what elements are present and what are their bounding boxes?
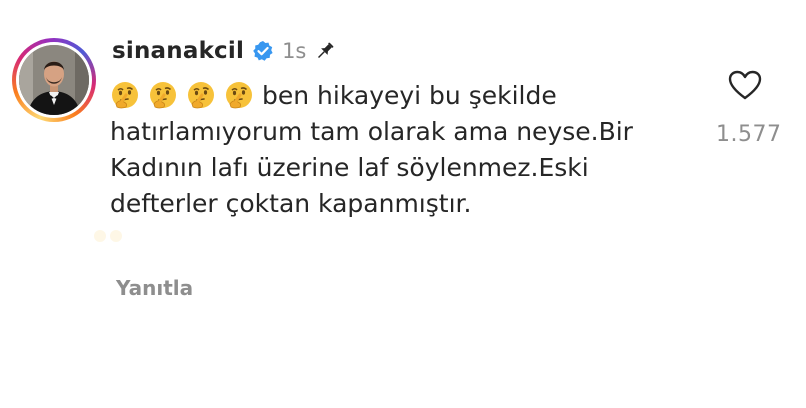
avatar-gap bbox=[16, 42, 92, 118]
thinking-face-icon bbox=[186, 80, 216, 110]
thinking-face-icon bbox=[224, 80, 254, 110]
comment-text: ben hikayeyi bu şekilde hatırlamıyorum t… bbox=[110, 78, 690, 222]
comment-time: 1s bbox=[282, 39, 307, 63]
thinking-face-icon bbox=[110, 80, 140, 110]
comment-header: sinanakcil 1s bbox=[112, 33, 336, 69]
pin-icon bbox=[314, 40, 336, 62]
emoji-row bbox=[110, 81, 262, 110]
username[interactable]: sinanakcil bbox=[112, 38, 244, 64]
reply-button[interactable]: Yanıtla bbox=[116, 276, 193, 300]
faint-emoji-trace bbox=[92, 228, 132, 244]
avatar[interactable] bbox=[12, 38, 96, 122]
avatar-photo bbox=[19, 45, 89, 115]
verified-badge-icon bbox=[252, 40, 274, 62]
like-count: 1.577 bbox=[716, 122, 782, 147]
comment: sinanakcil 1s ben hikayeyi bu şekilde ha… bbox=[0, 0, 806, 408]
thinking-face-icon bbox=[148, 80, 178, 110]
heart-icon[interactable] bbox=[728, 70, 762, 100]
